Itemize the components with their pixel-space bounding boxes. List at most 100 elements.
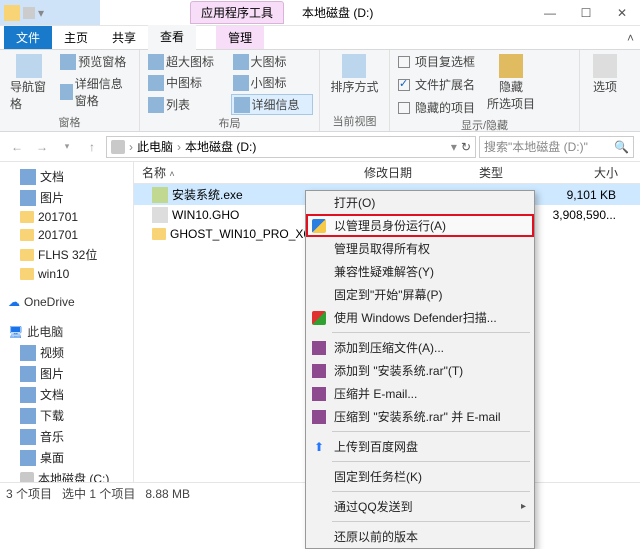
ctx-item[interactable]: 管理员取得所有权 [306,237,534,260]
col-name[interactable]: 名称 ˄ [134,164,356,181]
sidebar-item-videos[interactable]: 视频 [2,342,131,363]
hide-selected-button[interactable]: 隐藏 所选项目 [483,52,539,117]
ctx-item[interactable]: 兼容性疑难解答(Y) [306,260,534,283]
item-checkboxes-toggle[interactable]: 项目复选框 [396,52,477,71]
pc-icon: 🖥 [8,325,23,339]
nav-back-button[interactable]: ← [6,136,28,158]
view-medium[interactable]: 中图标 [146,73,229,92]
nav-forward-button[interactable]: → [31,136,53,158]
col-size[interactable]: 大小 [556,164,626,181]
cloud-icon: ⬆ [311,439,327,455]
view-extra-large[interactable]: 超大图标 [146,52,229,71]
sidebar-item-desktop[interactable]: 桌面 [2,447,131,468]
sidebar-item-thispc[interactable]: 🖥此电脑 [2,321,131,342]
sort-by-button[interactable]: 排序方式 [326,52,382,97]
ctx-item[interactable]: 添加到 "安装系统.rar"(T) [306,359,534,382]
ctx-item[interactable]: 打开(O) [306,191,534,214]
ctx-label: 还原以前的版本 [334,528,418,545]
hidden-items-toggle[interactable]: 隐藏的项目 [396,98,477,117]
search-icon: 🔍 [614,140,629,154]
ctx-item[interactable]: 还原以前的版本 [306,525,534,548]
maximize-button[interactable]: ☐ [568,1,604,25]
sidebar-item-flhs[interactable]: FLHS 32位 [2,244,131,265]
nav-pane-button[interactable]: 导航窗格 [6,52,52,114]
options-button[interactable]: 选项 [589,52,621,97]
search-input[interactable]: 搜索"本地磁盘 (D:)" 🔍 [479,136,634,158]
tab-share[interactable]: 共享 [100,26,148,49]
onedrive-icon: ☁ [8,295,20,309]
sidebar-item-docs[interactable]: 文档 [2,166,131,187]
sidebar-item-cdisk[interactable]: 本地磁盘 (C:) [2,468,131,482]
ctx-item[interactable]: 通过QQ发送到 [306,495,534,518]
col-date[interactable]: 修改日期 [356,164,471,181]
sidebar-item-music[interactable]: 音乐 [2,426,131,447]
qat-icon[interactable] [23,7,35,19]
sidebar-item-onedrive[interactable]: ☁OneDrive [2,293,131,311]
file-name-label: WIN10.GHO [172,208,239,222]
view-details[interactable]: 详细信息 [231,94,314,115]
tab-manage[interactable]: 管理 [216,26,264,49]
sort-icon [342,54,366,78]
ctx-label: 添加到 "安装系统.rar"(T) [334,362,463,379]
ribbon-collapse-icon[interactable]: ˄ [621,31,640,45]
ctx-label: 管理员取得所有权 [334,240,430,257]
ctx-separator [332,332,530,333]
ctx-label: 以管理员身份运行(A) [334,217,446,234]
downloads-icon [20,408,36,424]
preview-pane-icon [60,54,76,70]
qat-sep: ▾ [38,6,44,20]
breadcrumb-thispc[interactable]: 此电脑 [137,138,173,155]
details-pane-icon [60,84,73,100]
ctx-label: 通过QQ发送到 [334,498,413,515]
sidebar-item-downloads[interactable]: 下载 [2,405,131,426]
ctx-item[interactable]: 压缩到 "安装系统.rar" 并 E-mail [306,405,534,428]
qat[interactable]: ▾ [0,0,100,25]
ctx-item[interactable]: 使用 Windows Defender扫描... [306,306,534,329]
view-list[interactable]: 列表 [146,94,229,115]
ribbon-context-tab[interactable]: 应用程序工具 [190,1,284,24]
file-name-label: 安装系统.exe [172,186,243,203]
close-button[interactable]: ✕ [604,1,640,25]
rar-icon [311,363,327,379]
nav-sidebar[interactable]: 文档 图片 201701 201701 FLHS 32位 win10 ☁OneD… [0,162,134,482]
file-name-label: GHOST_WIN10_PRO_X64 [170,227,317,241]
ctx-item[interactable]: ⬆上传到百度网盘 [306,435,534,458]
context-menu[interactable]: 打开(O) 以管理员身份运行(A) 管理员取得所有权兼容性疑难解答(Y)固定到"开始… [305,190,535,549]
nav-up-button[interactable]: ↑ [81,136,103,158]
col-type[interactable]: 类型 [471,164,556,181]
details-pane-button[interactable]: 详细信息窗格 [58,74,133,110]
tab-home[interactable]: 主页 [52,26,100,49]
preview-pane-button[interactable]: 预览窗格 [58,52,133,71]
sidebar-item-win10[interactable]: win10 [2,265,131,283]
nav-pane-label: 导航窗格 [10,78,48,112]
minimize-button[interactable]: — [532,1,568,25]
view-small[interactable]: 小图标 [231,73,314,92]
sidebar-item-pics2[interactable]: 图片 [2,363,131,384]
ctx-separator [332,431,530,432]
tab-file[interactable]: 文件 [4,26,52,49]
sidebar-item-pics[interactable]: 图片 [2,187,131,208]
exe-icon [152,187,168,203]
sidebar-item-201701b[interactable]: 201701 [2,226,131,244]
nav-recent-button[interactable]: ▾ [56,136,78,158]
ctx-item[interactable]: 添加到压缩文件(A)... [306,336,534,359]
sidebar-item-docs2[interactable]: 文档 [2,384,131,405]
refresh-icon[interactable]: ↻ [461,140,471,154]
ctx-item[interactable]: 压缩并 E-mail... [306,382,534,405]
rar-icon [311,386,327,402]
ctx-item[interactable]: 固定到"开始"屏幕(P) [306,283,534,306]
checkbox-icon [398,102,410,114]
breadcrumb-drive[interactable]: 本地磁盘 (D:) [185,138,256,155]
checkbox-icon [398,56,410,68]
view-large[interactable]: 大图标 [231,52,314,71]
address-bar[interactable]: › 此电脑 › 本地磁盘 (D:) ▾ ↻ [106,136,476,158]
videos-icon [20,345,36,361]
sidebar-item-201701a[interactable]: 201701 [2,208,131,226]
ctx-label: 使用 Windows Defender扫描... [334,309,497,326]
ribbon-group-view: 当前视图 [333,113,377,129]
file-ext-toggle[interactable]: 文件扩展名 [396,75,477,94]
file-size-label: 3,908,590... [544,208,624,222]
tab-view[interactable]: 查看 [148,25,196,50]
ctx-item[interactable]: 固定到任务栏(K) [306,465,534,488]
ctx-item[interactable]: 以管理员身份运行(A) [306,214,534,237]
